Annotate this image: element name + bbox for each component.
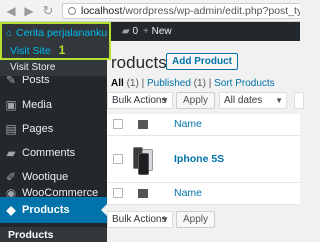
row-checkbox[interactable]: [113, 154, 123, 164]
cube-icon: ◆: [6, 203, 16, 217]
name-column-footer[interactable]: Name: [174, 187, 202, 199]
url-host: localhost: [81, 5, 123, 17]
home-icon: ⌂: [6, 28, 13, 39]
visit-store-label: Visit Store: [10, 62, 56, 73]
sidebar-item-label: Comments: [22, 147, 76, 159]
url-path: /wordpress/wp-admin/edit.php?post_type=p…: [122, 5, 300, 17]
forward-icon[interactable]: ▶: [22, 4, 36, 18]
back-icon[interactable]: ◀: [4, 4, 18, 18]
product-thumbnail[interactable]: [131, 147, 155, 177]
new-content-link[interactable]: + New: [143, 22, 172, 41]
separator: |: [141, 78, 145, 89]
site-name-dropdown: ⌂ Cerita perjalananku Visit Site 1: [0, 22, 111, 60]
speech-bubble-icon: ▰: [122, 26, 130, 37]
sidebar-item-label: Pages: [22, 123, 54, 135]
image-icon: [138, 120, 148, 129]
site-name-link[interactable]: ⌂ Cerita perjalananku: [6, 26, 107, 41]
add-product-button[interactable]: Add Product: [166, 53, 238, 70]
name-column-header[interactable]: Name: [174, 118, 202, 130]
filter-published[interactable]: Published (1): [147, 78, 206, 89]
page-title: roducts: [111, 53, 167, 72]
bulk-actions-select-top[interactable]: Bulk Actions ▼: [107, 92, 173, 109]
sidebar-item-label: Media: [22, 99, 52, 111]
table-header-row: Name: [107, 114, 300, 136]
sidebar-item-label: Products: [22, 204, 70, 216]
visit-store-link[interactable]: Visit Store: [0, 60, 107, 76]
apply-button-bottom[interactable]: Apply: [176, 211, 216, 228]
product-name-link[interactable]: Iphone 5S: [174, 153, 224, 165]
sidebar-item-comments[interactable]: ▰ Comments: [0, 140, 107, 166]
info-icon[interactable]: [68, 7, 76, 15]
visit-site-label: Visit Site: [10, 45, 51, 57]
submenu-item-products[interactable]: Products: [0, 227, 107, 242]
bulk-actions-select-bottom[interactable]: Bulk Actions ▼: [107, 211, 173, 228]
date-filter-select[interactable]: All dates ▼: [219, 92, 287, 109]
comments-count-link[interactable]: ▰ 0: [122, 22, 138, 41]
comments-count: 0: [132, 26, 139, 37]
chevron-down-icon: ▼: [275, 96, 283, 105]
media-icon: ▣: [5, 98, 17, 112]
apply-button-top[interactable]: Apply: [176, 92, 216, 109]
sidebar-item-products[interactable]: ◆ Products: [0, 197, 107, 223]
status-filter-links: All (1) | Published (1) | Sort Products: [111, 78, 275, 89]
address-bar[interactable]: localhost/wordpress/wp-admin/edit.php?po…: [62, 3, 300, 19]
new-label: New: [151, 26, 172, 37]
filter-all[interactable]: All (1): [111, 78, 139, 89]
sidebar-item-pages[interactable]: ▤ Pages: [0, 116, 107, 142]
select-all-checkbox[interactable]: [113, 119, 123, 129]
select-all-checkbox-bottom[interactable]: [113, 188, 123, 198]
submenu-label: Products: [8, 228, 54, 241]
annotation-number: 1: [58, 43, 66, 57]
visit-site-link[interactable]: Visit Site 1: [10, 43, 65, 58]
table-row: Iphone 5S: [107, 136, 300, 183]
page-icon: ▤: [5, 122, 17, 136]
separator: |: [208, 78, 212, 89]
sidebar-item-media[interactable]: ▣ Media: [0, 92, 107, 118]
plus-icon: +: [143, 26, 149, 37]
sort-products-link[interactable]: Sort Products: [214, 78, 275, 89]
browser-toolbar: ◀ ▶ ↻ localhost/wordpress/wp-admin/edit.…: [0, 0, 300, 22]
reload-icon[interactable]: ↻: [41, 4, 55, 18]
category-filter-select[interactable]: [294, 92, 304, 109]
site-name: Cerita perjalananku: [16, 27, 108, 39]
table-footer-row: Name: [107, 183, 300, 205]
comments-icon: ▰: [6, 146, 16, 160]
chevron-down-icon: ▼: [161, 96, 169, 105]
chevron-down-icon: ▼: [161, 215, 169, 224]
main-content: roducts Add Product All (1) | Published …: [107, 41, 304, 242]
image-icon: [138, 189, 148, 198]
